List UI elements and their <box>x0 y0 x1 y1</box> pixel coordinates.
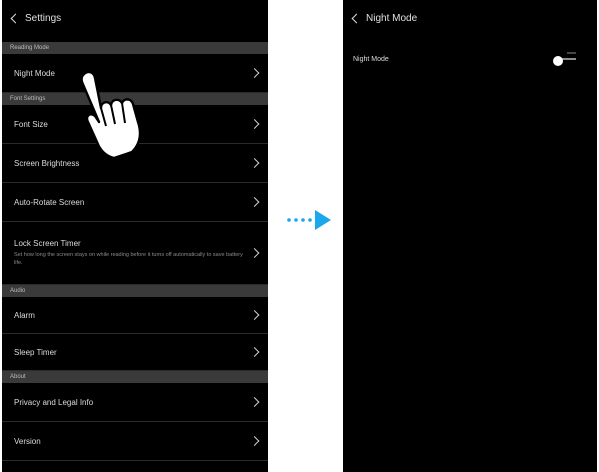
row-sleep-timer[interactable]: Sleep Timer <box>2 334 268 371</box>
night-mode-header: Night Mode <box>343 0 597 36</box>
settings-screen: Settings Reading Mode Night Mode Font Se… <box>2 0 268 472</box>
row-label: Font Size <box>14 119 48 129</box>
chevron-right-icon <box>249 310 260 320</box>
settings-header: Settings <box>2 0 268 36</box>
section-header-reading-mode: Reading Mode <box>2 42 268 54</box>
chevron-right-icon <box>249 197 260 207</box>
chevron-right-icon <box>249 347 260 357</box>
transition-arrow-icon <box>287 210 331 230</box>
row-label: Sleep Timer <box>14 347 57 357</box>
row-label: Night Mode <box>353 55 389 63</box>
chevron-right-icon <box>249 119 260 129</box>
row-label: Night Mode <box>14 68 55 78</box>
row-version[interactable]: Version <box>2 422 268 461</box>
chevron-right-icon <box>249 158 260 168</box>
chevron-right-icon <box>249 436 260 446</box>
row-lock-screen-timer[interactable]: Lock Screen Timer Set how long the scree… <box>2 222 268 285</box>
row-label: Alarm <box>14 310 35 320</box>
chevron-right-icon <box>249 68 260 78</box>
back-chevron-icon[interactable] <box>10 13 21 23</box>
section-header-audio: Audio <box>2 285 268 297</box>
row-auto-rotate[interactable]: Auto-Rotate Screen <box>2 183 268 222</box>
row-label: Lock Screen Timer <box>14 239 81 248</box>
row-alarm[interactable]: Alarm <box>2 297 268 334</box>
row-privacy-legal[interactable]: Privacy and Legal Info <box>2 383 268 422</box>
night-mode-title: Night Mode <box>366 12 418 24</box>
row-description: Set how long the screen stays on while r… <box>14 252 243 266</box>
row-label: Version <box>14 436 41 446</box>
row-label: Auto-Rotate Screen <box>14 197 85 207</box>
tapping-hand-icon <box>80 70 142 160</box>
night-mode-toggle[interactable] <box>551 50 577 68</box>
section-header-about: About <box>2 371 268 383</box>
row-label: Privacy and Legal Info <box>14 397 94 407</box>
chevron-right-icon <box>249 397 260 407</box>
settings-title: Settings <box>25 12 62 24</box>
chevron-right-icon <box>249 248 260 258</box>
back-chevron-icon[interactable] <box>351 13 362 23</box>
row-text-group: Lock Screen Timer Set how long the scree… <box>14 239 246 267</box>
night-mode-screen: Night Mode Night Mode <box>343 0 597 472</box>
